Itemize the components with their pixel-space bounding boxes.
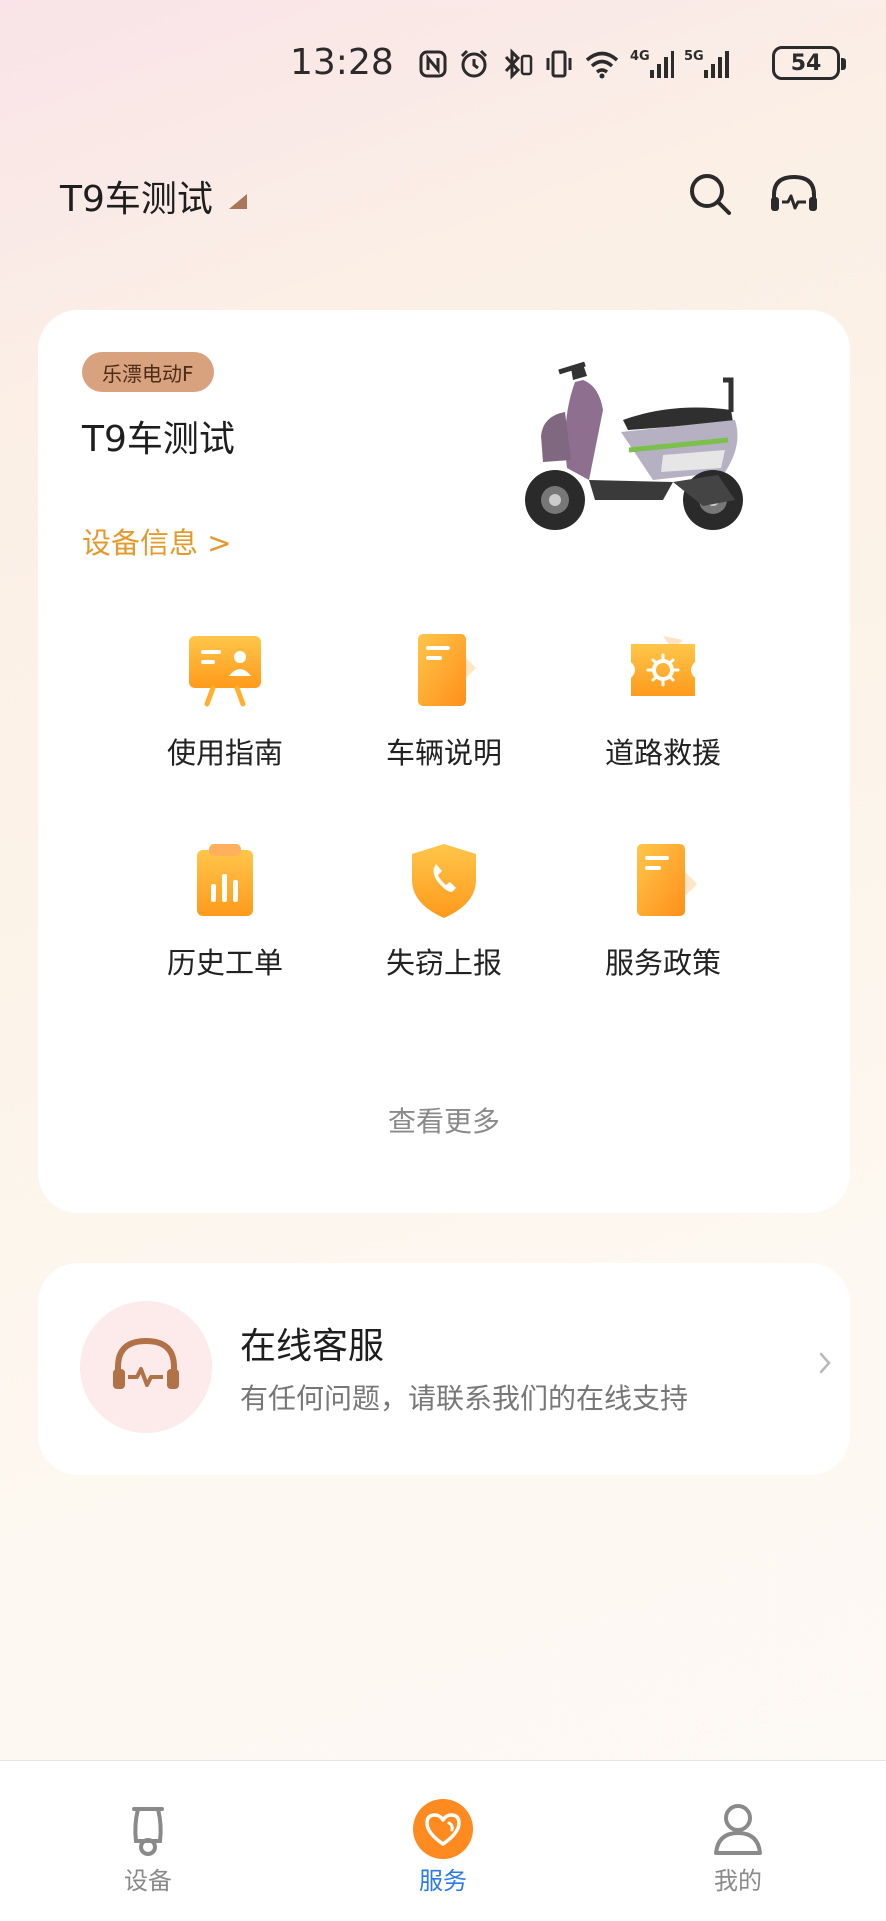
- tab-mine[interactable]: 我的: [668, 1799, 808, 1896]
- feature-label: 使用指南: [166, 736, 283, 770]
- bottom-tab-bar: 设备 服务 我的: [0, 1760, 886, 1921]
- tab-label: 设备: [124, 1867, 172, 1895]
- rescue-ticket-icon: [623, 630, 703, 710]
- search-button[interactable]: [684, 170, 736, 222]
- brand-badge: 乐漂电动F: [82, 352, 214, 392]
- feature-label: 道路救援: [604, 736, 721, 770]
- feature-history-orders[interactable]: 历史工单: [125, 840, 325, 1000]
- tab-service[interactable]: 服务: [373, 1799, 513, 1896]
- battery-indicator: 54: [772, 46, 846, 80]
- search-icon: [687, 171, 733, 221]
- vibrate-icon: [544, 48, 574, 80]
- customer-service-button[interactable]: [768, 170, 820, 222]
- feature-road-rescue[interactable]: 道路救援: [563, 630, 763, 790]
- heart-icon: [413, 1799, 473, 1859]
- shield-phone-icon: [404, 840, 484, 920]
- status-icons: 4G 5G: [418, 46, 732, 82]
- clipboard-chart-icon: [185, 840, 265, 920]
- feature-label: 失窃上报: [385, 946, 502, 980]
- status-time: 13:28: [290, 42, 394, 83]
- chevron-right-icon: [818, 1351, 832, 1379]
- feature-service-policy[interactable]: 服务政策: [563, 840, 763, 1000]
- alarm-icon: [458, 48, 490, 80]
- vehicle-selector-label: T9车测试: [60, 179, 213, 220]
- support-title: 在线客服: [240, 1326, 385, 1367]
- feature-label: 历史工单: [166, 946, 283, 980]
- signal-4g-icon: 4G: [630, 48, 674, 80]
- device-name: T9车测试: [82, 419, 235, 460]
- document-icon: [404, 630, 484, 710]
- status-bar: 13:28 4G 5G 54: [0, 0, 886, 130]
- wifi-icon: [584, 49, 620, 79]
- headset-icon: [768, 171, 820, 221]
- support-subtitle: 有任何问题，请联系我们的在线支持: [240, 1382, 689, 1415]
- tab-label: 服务: [419, 1867, 467, 1895]
- feature-label: 服务政策: [604, 946, 721, 980]
- caret-icon: [227, 192, 249, 214]
- feature-usage-guide[interactable]: 使用指南: [125, 630, 325, 790]
- view-more-link[interactable]: 查看更多: [38, 1100, 850, 1140]
- scooter-image: [503, 350, 813, 550]
- scooter-icon: [118, 1799, 178, 1859]
- person-icon: [708, 1799, 768, 1859]
- svg-text:4G: 4G: [630, 49, 650, 64]
- header: T9车测试: [0, 160, 886, 230]
- online-support-card[interactable]: 在线客服 有任何问题，请联系我们的在线支持: [38, 1263, 850, 1475]
- feature-label: 车辆说明: [385, 736, 502, 770]
- device-info-link[interactable]: 设备信息 >: [82, 520, 232, 562]
- bluetooth-icon: [500, 48, 534, 80]
- feature-vehicle-manual[interactable]: 车辆说明: [344, 630, 544, 790]
- policy-document-icon: [623, 840, 703, 920]
- presentation-icon: [185, 630, 265, 710]
- tab-device[interactable]: 设备: [78, 1799, 218, 1896]
- feature-theft-report[interactable]: 失窃上报: [344, 840, 544, 1000]
- signal-5g-icon: 5G: [684, 48, 732, 80]
- svg-text:5G: 5G: [684, 49, 704, 64]
- nfc-icon: [418, 49, 448, 79]
- vehicle-selector[interactable]: T9车测试: [60, 170, 249, 222]
- headset-icon: [108, 1333, 184, 1401]
- device-card: 乐漂电动F T9车测试 设备信息 > 使用指南 车辆说明 道路救援 历史工单 失…: [38, 310, 850, 1213]
- tab-label: 我的: [714, 1867, 762, 1895]
- support-icon-circle: [80, 1301, 212, 1433]
